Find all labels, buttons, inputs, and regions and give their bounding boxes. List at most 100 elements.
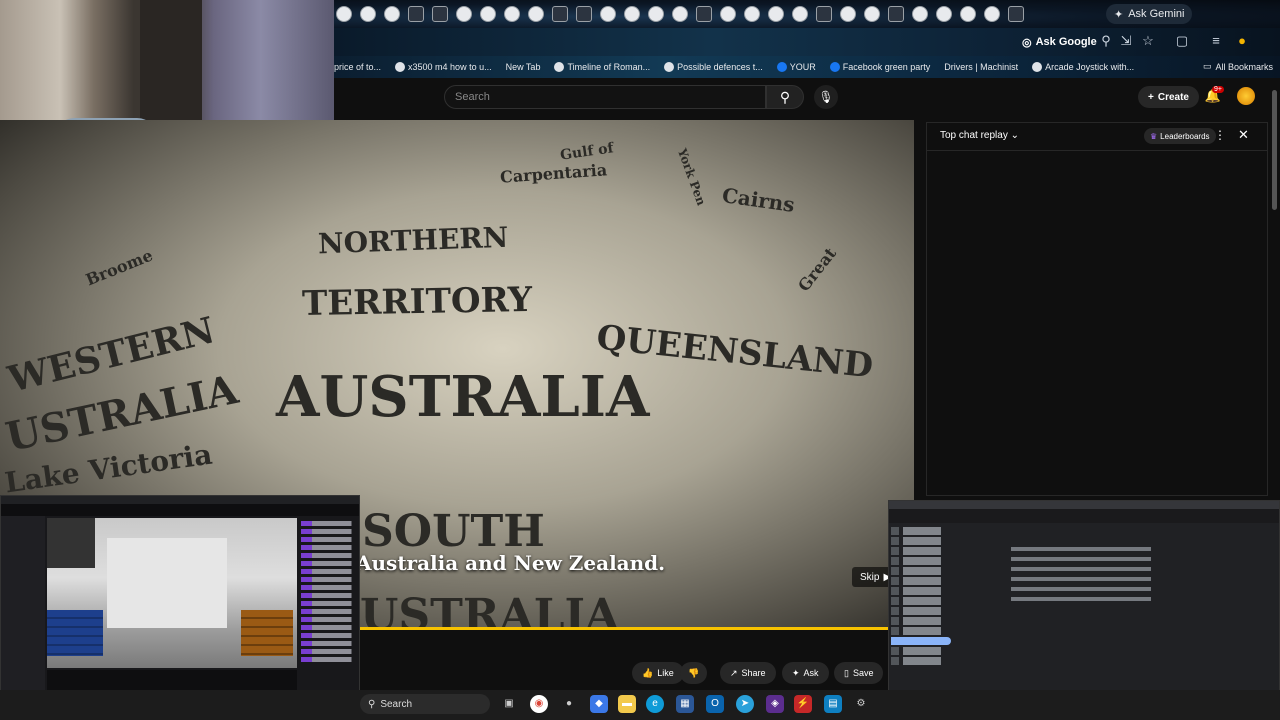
tab-icon[interactable] [456, 6, 472, 22]
tab-icon[interactable] [816, 6, 832, 22]
tab-icon[interactable] [960, 6, 976, 22]
extensions-icon[interactable]: ▢ [1174, 33, 1190, 49]
zoom-icon[interactable]: ⚲ [1098, 33, 1114, 49]
share-button[interactable]: ↗ Share [720, 662, 776, 684]
voice-search-button[interactable]: 🎙 [814, 85, 838, 109]
tab-icon[interactable] [912, 6, 928, 22]
page-scrollbar[interactable] [1272, 90, 1277, 210]
task-view-icon[interactable]: ▣ [500, 695, 518, 713]
avatar[interactable] [1237, 87, 1255, 105]
close-icon[interactable]: ✕ [1238, 127, 1249, 143]
settings-menu-item [891, 617, 951, 625]
tab-icon[interactable] [504, 6, 520, 22]
browser-toolbar [334, 28, 1280, 56]
tab-icon[interactable] [624, 6, 640, 22]
app-icon[interactable]: ▤ [824, 695, 842, 713]
chat-line [301, 593, 357, 598]
install-app-icon[interactable]: ⇲ [1118, 33, 1134, 49]
ask-google-label: Ask Google [1035, 36, 1097, 48]
tab-icon[interactable] [336, 6, 352, 22]
map-label: USTRALIA [360, 590, 620, 628]
bookmark-item[interactable]: Drivers | Machinist [944, 62, 1018, 72]
more-options-icon[interactable]: ⋮ [1214, 128, 1226, 142]
app-icon[interactable]: ◈ [766, 695, 784, 713]
bookmark-star-icon[interactable]: ☆ [1140, 33, 1156, 49]
settings-gear-icon[interactable]: ⚙ [852, 695, 870, 713]
bookmark-item[interactable]: Arcade Joystick with... [1032, 62, 1134, 72]
tab-icon[interactable] [792, 6, 808, 22]
bookmark-item[interactable]: Timeline of Roman... [554, 62, 650, 72]
stream-window-overlay[interactable] [0, 495, 360, 712]
app-icon[interactable]: ◆ [590, 695, 608, 713]
tab-icon[interactable] [528, 6, 544, 22]
microphone-icon: 🎙 [818, 90, 834, 104]
tab-icon[interactable] [744, 6, 760, 22]
tab-icon[interactable] [840, 6, 856, 22]
tab-icon[interactable] [648, 6, 664, 22]
leaderboards-button[interactable]: ♛ Leaderboards [1144, 128, 1216, 144]
youtube-search-input[interactable]: Search [444, 85, 766, 109]
settings-line [1011, 547, 1151, 551]
joystick-site-icon [1032, 62, 1043, 72]
dislike-button[interactable]: 👎 [680, 662, 708, 684]
wikipedia-icon [554, 62, 565, 72]
tab-icon[interactable] [936, 6, 952, 22]
google-icon [395, 62, 406, 72]
tab-icon[interactable] [360, 6, 376, 22]
stream-nav-bar [1, 504, 359, 516]
bookmark-item[interactable]: Possible defences t... [664, 62, 763, 72]
profile-icon[interactable]: ● [1234, 33, 1250, 49]
tab-icon[interactable] [888, 6, 904, 22]
stream-sidebar [1, 516, 45, 696]
gemini-sparkle-icon: ✦ [1114, 8, 1124, 21]
edge-icon[interactable]: e [646, 695, 664, 713]
cl-icon [664, 62, 675, 72]
store-icon[interactable]: ▦ [676, 695, 694, 713]
ask-gemini-button[interactable]: ✦ Ask Gemini [1106, 4, 1193, 24]
chat-line [301, 537, 357, 542]
tab-icon[interactable] [768, 6, 784, 22]
tab-icon[interactable] [408, 6, 424, 22]
map-label: AUSTRALIA [276, 364, 650, 430]
new-tab-icon[interactable] [1008, 6, 1024, 22]
outlook-icon[interactable]: O [706, 695, 724, 713]
tab-icon[interactable] [480, 6, 496, 22]
tab-icon[interactable] [384, 6, 400, 22]
search-button[interactable]: ⚲ [766, 85, 804, 109]
ask-button[interactable]: ✦ Ask [782, 662, 829, 684]
chrome-icon[interactable]: ◉ [530, 695, 548, 713]
tab-favicons [336, 6, 1024, 22]
file-explorer-icon[interactable]: ▬ [618, 695, 636, 713]
settings-tab-strip [889, 501, 1279, 509]
taskbar-search-input[interactable]: ⚲ Search [360, 694, 490, 714]
bookmark-item[interactable]: price of to... [334, 62, 381, 72]
chat-title-dropdown[interactable]: Top chat replay ⌄ [940, 130, 1019, 141]
tab-icon[interactable] [576, 6, 592, 22]
save-button[interactable]: ▯ Save [834, 662, 884, 684]
settings-window-overlay[interactable] [888, 500, 1280, 712]
tab-icon[interactable] [552, 6, 568, 22]
bookmark-item[interactable]: New Tab [506, 62, 541, 72]
reading-list-icon[interactable]: ≡ [1208, 33, 1224, 49]
ask-google-button[interactable]: ◎ Ask Google [1022, 33, 1097, 51]
tab-icon[interactable] [696, 6, 712, 22]
telegram-icon[interactable]: ➤ [736, 695, 754, 713]
chat-line [301, 617, 357, 622]
video-progress-bar[interactable] [356, 627, 888, 630]
github-icon[interactable]: ● [560, 695, 578, 713]
tab-icon[interactable] [984, 6, 1000, 22]
like-button[interactable]: 👍 Like [632, 662, 684, 684]
chat-line [301, 553, 357, 558]
tab-icon[interactable] [432, 6, 448, 22]
all-bookmarks-button[interactable]: ▭ All Bookmarks [1203, 61, 1273, 72]
bookmark-item[interactable]: Facebook green party [829, 62, 930, 72]
tab-icon[interactable] [720, 6, 736, 22]
tab-icon[interactable] [600, 6, 616, 22]
tab-icon[interactable] [672, 6, 688, 22]
tab-icon[interactable] [864, 6, 880, 22]
bookmark-item[interactable]: x3500 m4 how to u... [395, 62, 492, 72]
streamer-cam [47, 518, 95, 568]
create-button[interactable]: + Create [1138, 86, 1199, 108]
bookmark-item[interactable]: YOUR [776, 62, 816, 72]
app-icon[interactable]: ⚡ [794, 695, 812, 713]
